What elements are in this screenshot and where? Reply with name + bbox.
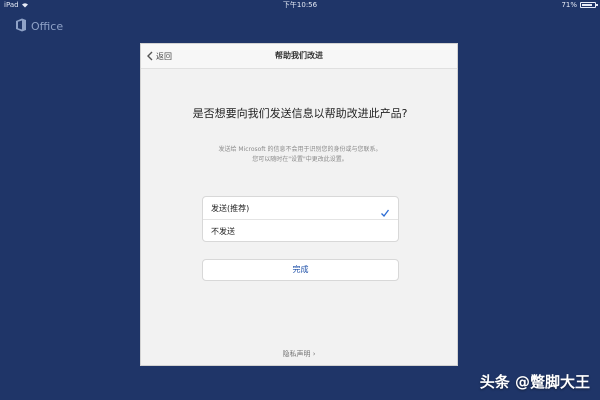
dialog-description: 发送给 Microsoft 的信息不会用于识别您的身份或与您联系。 您可以随时在… <box>166 145 434 165</box>
status-time: 下午10:56 <box>282 1 318 9</box>
battery-percent: 71% <box>561 1 577 9</box>
office-logo: Office <box>15 18 63 35</box>
privacy-statement-link[interactable]: 隐私声明 › <box>141 349 457 359</box>
send-options-list: 发送(推荐) 不发送 <box>202 196 399 242</box>
office-logo-icon <box>15 18 27 35</box>
option-send-recommended[interactable]: 发送(推荐) <box>203 197 398 220</box>
dialog-question: 是否想要向我们发送信息以帮助改进此产品? <box>192 107 408 120</box>
dialog-title: 帮助我们改进 <box>275 51 323 60</box>
option-label: 不发送 <box>211 227 235 236</box>
status-bar: iPad 下午10:56 71% <box>0 0 600 10</box>
done-button[interactable]: 完成 <box>202 259 399 281</box>
dialog-header: 返回 帮助我们改进 <box>141 44 457 69</box>
office-logo-text: Office <box>31 20 64 33</box>
watermark: 头条 @蹩脚大王 <box>479 373 590 391</box>
status-bar-right: 71% <box>561 0 598 10</box>
battery-icon <box>580 2 598 8</box>
help-improve-dialog: 返回 帮助我们改进 是否想要向我们发送信息以帮助改进此产品? 发送给 Micro… <box>140 43 458 366</box>
description-line-1: 发送给 Microsoft 的信息不会用于识别您的身份或与您联系。 <box>218 146 382 153</box>
description-line-2: 您可以随时在"设置"中更改此设置。 <box>252 156 348 163</box>
option-label: 发送(推荐) <box>211 204 250 213</box>
option-dont-send[interactable]: 不发送 <box>203 220 398 241</box>
checkmark-icon <box>380 203 390 217</box>
